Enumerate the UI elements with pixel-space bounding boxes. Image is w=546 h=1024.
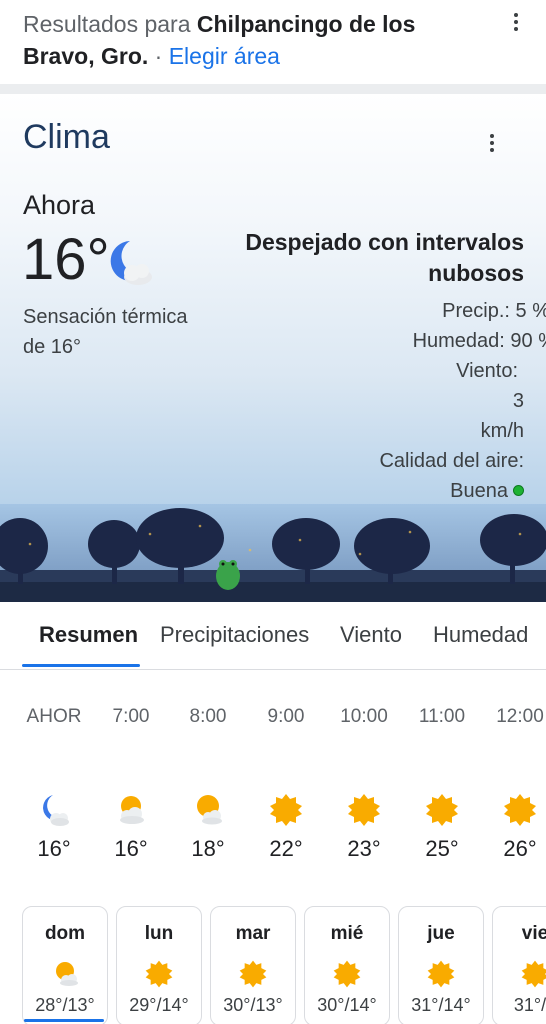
moon-cloud-icon xyxy=(104,237,156,294)
current-temperature: 16° xyxy=(22,227,110,292)
sun-icon xyxy=(426,959,456,989)
weather-card: Clima Ahora 16° Sensación térmica de 16°… xyxy=(0,94,546,602)
hour-item[interactable]: 9:00 22° xyxy=(246,690,326,880)
day-name: lun xyxy=(144,923,174,944)
hour-time: 7:00 xyxy=(112,706,150,727)
day-temps: 30°/14° xyxy=(317,995,377,1015)
hourly-forecast: AHOR 16° 7:00 16° 8:00 18° 9:00 22° 10:0… xyxy=(0,690,546,880)
sun-icon xyxy=(268,792,304,828)
hour-temp: 16° xyxy=(37,836,71,861)
sun-cloud-icon xyxy=(50,959,80,989)
air-quality-value: Buena xyxy=(450,480,508,502)
wind-value: 3 xyxy=(512,390,524,412)
hour-temp: 23° xyxy=(347,836,381,861)
day-card[interactable]: vie 31°/1 xyxy=(492,906,546,1024)
separator: · xyxy=(148,43,169,69)
sun-icon xyxy=(520,959,546,989)
weather-illustration xyxy=(0,504,546,602)
hour-temp: 16° xyxy=(114,836,148,861)
weather-stats: Precip.: 5 % Humedad: 90 % Viento: 3 km/… xyxy=(246,296,546,506)
day-name: dom xyxy=(44,923,86,944)
wind-unit: km/h xyxy=(480,420,524,442)
hour-temp: 22° xyxy=(269,836,303,861)
day-card[interactable]: dom 28°/13° xyxy=(22,906,108,1024)
sun-icon xyxy=(424,792,460,828)
hour-temp: 26° xyxy=(503,836,537,861)
day-card[interactable]: mar 30°/13° xyxy=(210,906,296,1024)
selected-day-indicator xyxy=(24,1019,104,1022)
day-temps: 31°/1 xyxy=(513,995,546,1015)
sun-icon xyxy=(502,792,538,828)
results-header: Resultados para Chilpancingo de los Brav… xyxy=(0,0,546,84)
sun-icon xyxy=(346,792,382,828)
results-prefix: Resultados para xyxy=(23,11,197,37)
day-name: mar xyxy=(235,923,271,944)
choose-area-link[interactable]: Elegir área xyxy=(169,43,280,69)
day-temps: 28°/13° xyxy=(35,995,95,1015)
results-text: Resultados para Chilpancingo de los Brav… xyxy=(23,8,493,72)
humidity: Humedad: 90 % xyxy=(412,330,546,352)
tab-precipitation[interactable]: Precipitaciones xyxy=(160,622,309,648)
sun-cloud-icon xyxy=(113,792,149,828)
hour-time: AHOR xyxy=(26,706,82,727)
day-card[interactable]: jue 31°/14° xyxy=(398,906,484,1024)
hour-time: 12:00 xyxy=(496,706,544,727)
hour-time: 10:00 xyxy=(340,706,388,727)
day-card[interactable]: mié 30°/14° xyxy=(304,906,390,1024)
tab-summary[interactable]: Resumen xyxy=(39,622,138,648)
hour-item[interactable]: 11:00 25° xyxy=(402,690,482,880)
air-quality-row: Buena xyxy=(246,476,524,506)
precipitation: Precip.: 5 % xyxy=(442,300,546,322)
day-name: mié xyxy=(330,923,364,944)
day-temps: 29°/14° xyxy=(129,995,189,1015)
day-name: jue xyxy=(427,923,455,944)
card-title: Clima xyxy=(23,118,110,156)
hour-item[interactable]: 10:00 23° xyxy=(324,690,404,880)
tab-wind[interactable]: Viento xyxy=(340,622,402,648)
hour-item[interactable]: AHOR 16° xyxy=(14,690,94,880)
air-quality-label: Calidad del aire: xyxy=(379,450,524,472)
sun-icon xyxy=(332,959,362,989)
moon-cloud-icon xyxy=(36,792,72,828)
hour-item[interactable]: 12:00 26° xyxy=(480,690,546,880)
hour-item[interactable]: 8:00 18° xyxy=(168,690,248,880)
card-options-icon[interactable] xyxy=(480,131,504,155)
wind-label: Viento: xyxy=(456,360,518,382)
section-divider xyxy=(0,84,546,94)
air-quality-indicator xyxy=(513,485,524,496)
hour-temp: 18° xyxy=(191,836,225,861)
sun-icon xyxy=(144,959,174,989)
hour-time: 8:00 xyxy=(189,706,227,727)
sun-icon xyxy=(238,959,268,989)
daily-forecast: dom 28°/13° lun 29°/14° mar 30°/13° mié … xyxy=(0,900,546,1024)
hour-time: 9:00 xyxy=(267,706,305,727)
tab-humidity[interactable]: Humedad xyxy=(433,622,528,648)
feels-like: Sensación térmica de 16° xyxy=(23,306,188,358)
hour-time: 11:00 xyxy=(418,706,466,727)
more-options-icon[interactable] xyxy=(504,10,528,34)
sun-cloud-icon xyxy=(190,792,226,828)
active-tab-indicator xyxy=(22,664,140,667)
day-temps: 31°/14° xyxy=(411,995,471,1015)
day-temps: 30°/13° xyxy=(223,995,283,1015)
now-label: Ahora xyxy=(23,190,96,220)
day-name: vie xyxy=(521,923,546,944)
condition-text: Despejado con intervalos nubosos xyxy=(245,229,524,286)
weather-tabs: Resumen Precipitaciones Viento Humedad xyxy=(0,602,546,670)
hour-item[interactable]: 7:00 16° xyxy=(91,690,171,880)
day-card[interactable]: lun 29°/14° xyxy=(116,906,202,1024)
hour-temp: 25° xyxy=(425,836,459,861)
